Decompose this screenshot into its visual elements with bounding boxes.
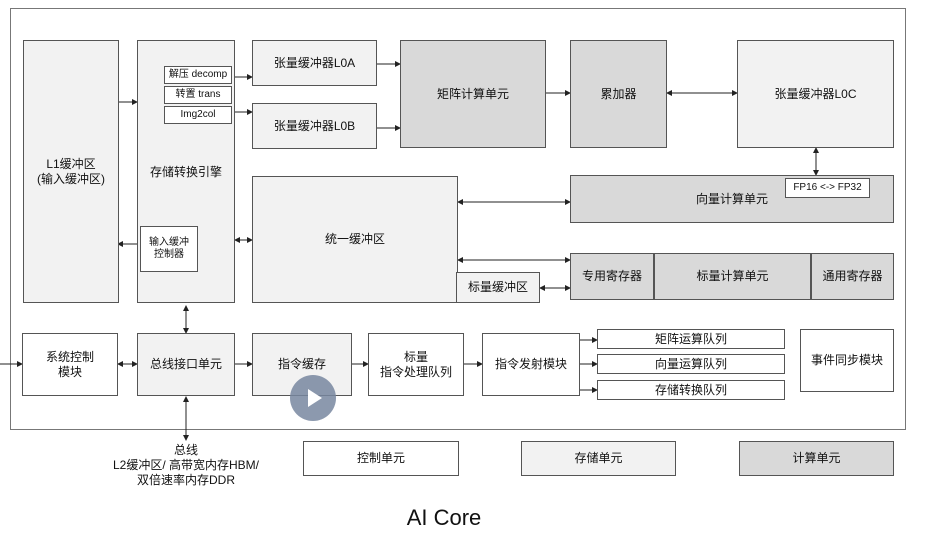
scalar-instruction-queue: 标量 指令处理队列 [368,333,464,396]
input-buffer-controller: 输入缓冲 控制器 [140,226,198,272]
decomp-unit: 解压 decomp [164,66,232,84]
img2col-unit: Img2col [164,106,232,124]
accumulator: 累加器 [570,40,667,148]
l1-buffer: L1缓冲区 (输入缓冲区) [23,40,119,303]
system-control-module: 系统控制 模块 [22,333,118,396]
scalar-buffer: 标量缓冲区 [456,272,540,303]
fp16-fp32-converter: FP16 <-> FP32 [785,178,870,198]
event-sync-module: 事件同步模块 [800,329,894,392]
tensor-buffer-l0c: 张量缓冲器L0C [737,40,894,148]
general-purpose-register: 通用寄存器 [811,253,894,300]
trans-unit: 转置 trans [164,86,232,104]
legend-compute-unit: 计算单元 [739,441,894,476]
play-button[interactable] [290,375,336,421]
bus-interface-unit: 总线接口单元 [137,333,235,396]
tensor-buffer-l0a: 张量缓冲器L0A [252,40,377,86]
cube-compute-unit: 矩阵计算单元 [400,40,546,148]
special-purpose-register: 专用寄存器 [570,253,654,300]
scalar-compute-unit: 标量计算单元 [654,253,811,300]
tensor-buffer-l0b: 张量缓冲器L0B [252,103,377,149]
vector-queue: 向量运算队列 [597,354,785,374]
legend-control-unit: 控制单元 [303,441,459,476]
mte-queue: 存储转换队列 [597,380,785,400]
figure-caption: AI Core [406,505,482,530]
cube-queue: 矩阵运算队列 [597,329,785,349]
bus-label: 总线 L2缓冲区/ 高带宽内存HBM/ 双倍速率内存DDR [112,443,260,487]
legend-storage-unit: 存储单元 [521,441,676,476]
instruction-dispatch-module: 指令发射模块 [482,333,580,396]
unified-buffer: 统一缓冲区 [252,176,458,303]
